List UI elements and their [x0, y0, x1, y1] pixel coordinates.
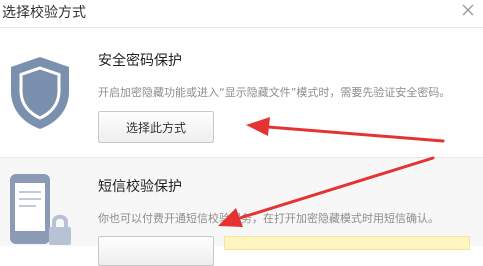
- option-title: 安全密码保护: [98, 53, 182, 69]
- verification-dialog: 选择校验方式 安全密码保护 开启加密隐藏功能或进入“显示隐藏文件”模式时，需要先…: [0, 0, 483, 266]
- option-title: 短信校验保护: [98, 179, 182, 195]
- title-divider: [0, 27, 483, 28]
- close-icon[interactable]: [462, 4, 474, 16]
- notice-bar: [224, 236, 470, 250]
- shield-icon: [11, 57, 69, 129]
- arrow-to-select-button: [246, 117, 445, 143]
- option-sms-background: [0, 158, 483, 246]
- select-method-button[interactable]: 选择此方式: [98, 111, 214, 143]
- option-description: 你也可以付费开通短信校验服务，在打开加密隐藏模式时用短信确认。: [98, 212, 439, 225]
- phone-lock-icon: [10, 174, 71, 245]
- dialog-title: 选择校验方式: [2, 5, 86, 21]
- select-sms-method-button[interactable]: [98, 236, 214, 266]
- option-description: 开启加密隐藏功能或进入“显示隐藏文件”模式时，需要先验证安全密码。: [98, 86, 451, 99]
